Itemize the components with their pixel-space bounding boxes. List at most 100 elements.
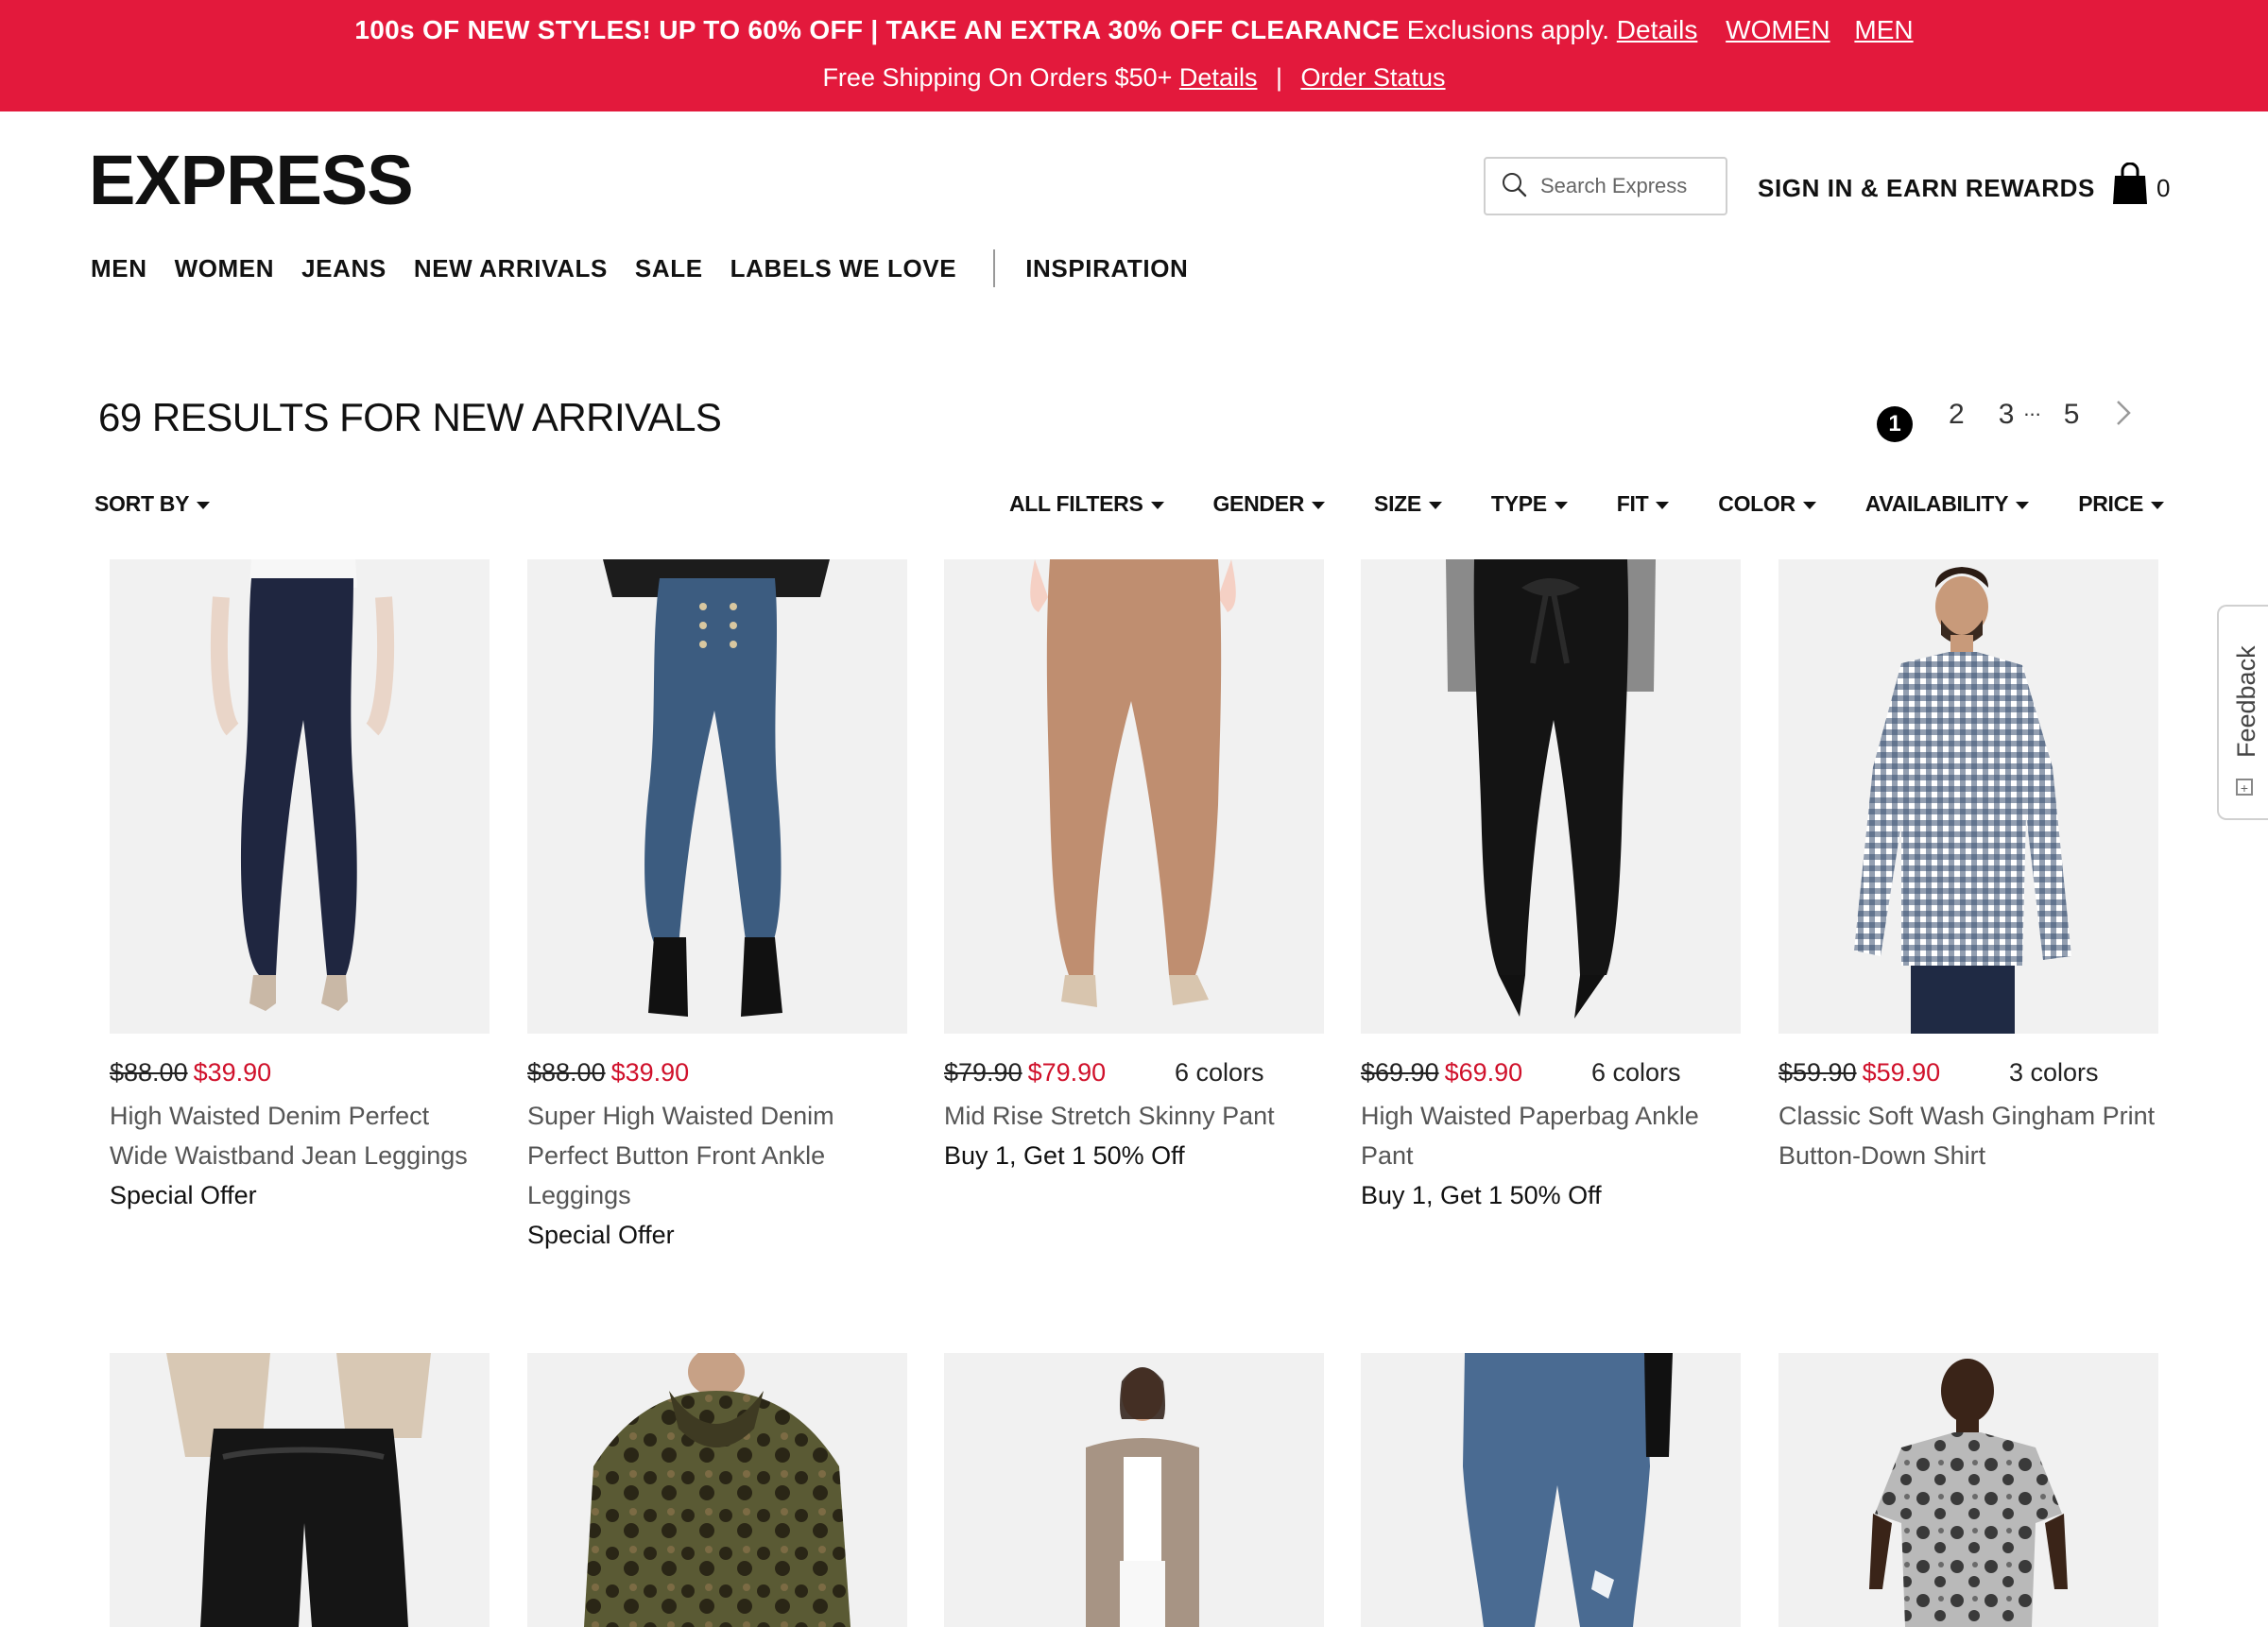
product-offer: Special Offer	[110, 1181, 257, 1209]
filter-price[interactable]: PRICE	[2078, 491, 2164, 517]
product-image[interactable]	[1778, 1353, 2158, 1627]
filter-bar: ALL FILTERS GENDER SIZE TYPE FIT COLOR A…	[1009, 491, 2164, 517]
original-price: $88.00	[527, 1058, 606, 1087]
shopping-bag-icon[interactable]	[2111, 162, 2149, 206]
filter-label: COLOR	[1718, 491, 1796, 516]
original-price: $88.00	[110, 1058, 188, 1087]
filter-size[interactable]: SIZE	[1374, 491, 1442, 517]
sign-in-link[interactable]: SIGN IN & EARN REWARDS	[1758, 174, 2095, 203]
nav-labels-we-love[interactable]: LABELS WE LOVE	[730, 254, 957, 283]
product-image[interactable]	[110, 1353, 490, 1627]
product-image[interactable]	[110, 559, 490, 1034]
page-current[interactable]: 1	[1877, 406, 1913, 442]
product-name[interactable]: High Waisted Paperbag Ankle Pant	[1361, 1096, 1741, 1175]
nav-sale[interactable]: SALE	[635, 254, 703, 283]
search-input[interactable]	[1538, 173, 1712, 199]
order-status-link[interactable]: Order Status	[1301, 63, 1446, 92]
product-image[interactable]	[527, 559, 907, 1034]
caret-down-icon	[1150, 501, 1164, 509]
caret-down-icon	[1656, 501, 1670, 509]
product-offer: Special Offer	[527, 1221, 675, 1249]
product-image[interactable]	[1778, 559, 2158, 1034]
product-card[interactable]	[527, 1353, 907, 1627]
promo-line-2: Free Shipping On Orders $50+ Details | O…	[0, 60, 2268, 94]
caret-down-icon	[1554, 501, 1568, 509]
product-name[interactable]: Mid Rise Stretch Skinny Pant	[944, 1096, 1324, 1136]
nav-jeans[interactable]: JEANS	[301, 254, 387, 283]
price-row: $79.90 $79.90 6 colors	[944, 1058, 1324, 1090]
promo-women-link[interactable]: WOMEN	[1726, 15, 1830, 44]
page-3[interactable]: 3	[1999, 399, 2015, 431]
nav-women[interactable]: WOMEN	[175, 254, 275, 283]
caret-down-icon	[1802, 501, 1816, 509]
product-card[interactable]	[1778, 1353, 2158, 1627]
shipping-details-link[interactable]: Details	[1179, 63, 1258, 92]
shipping-text: Free Shipping On Orders $50+	[822, 63, 1173, 92]
main-nav: MEN WOMEN JEANS NEW ARRIVALS SALE LABELS…	[91, 249, 1215, 287]
product-card[interactable]: $69.90 $69.90 6 colors High Waisted Paper…	[1361, 559, 1741, 1215]
sort-by-label: SORT BY	[94, 491, 190, 516]
promo-details-link[interactable]: Details	[1617, 15, 1698, 44]
feedback-plus-icon: +	[2236, 779, 2253, 796]
filter-all-filters[interactable]: ALL FILTERS	[1009, 491, 1164, 517]
filter-label: AVAILABILITY	[1864, 491, 2009, 516]
product-card[interactable]	[1361, 1353, 1741, 1627]
promo-exclusions: Exclusions apply.	[1406, 15, 1609, 44]
nav-new-arrivals[interactable]: NEW ARRIVALS	[414, 254, 608, 283]
nav-men[interactable]: MEN	[91, 254, 147, 283]
product-name[interactable]: High Waisted Denim Perfect Wide Waistban…	[110, 1096, 490, 1175]
product-card[interactable]	[944, 1353, 1324, 1627]
sort-by-dropdown[interactable]: SORT BY	[94, 491, 211, 517]
price-row: $88.00 $39.90	[110, 1058, 490, 1090]
search-box[interactable]	[1484, 157, 1727, 215]
color-count[interactable]: 3 colors	[2009, 1058, 2099, 1088]
feedback-label: Feedback	[2232, 645, 2260, 758]
caret-down-icon	[2150, 501, 2164, 509]
filter-availability[interactable]: AVAILABILITY	[1864, 491, 2030, 517]
product-card[interactable]: $88.00 $39.90 High Waisted Denim Perfect …	[110, 559, 490, 1215]
caret-down-icon	[1428, 501, 1442, 509]
nav-inspiration[interactable]: INSPIRATION	[1025, 254, 1188, 283]
product-image[interactable]	[1361, 559, 1741, 1034]
sale-price: $69.90	[1444, 1058, 1523, 1087]
product-image[interactable]	[1361, 1353, 1741, 1627]
sale-price: $39.90	[193, 1058, 272, 1087]
filter-color[interactable]: COLOR	[1718, 491, 1816, 517]
filter-label: PRICE	[2078, 491, 2143, 516]
product-card[interactable]: $88.00 $39.90 Super High Waisted Denim Pe…	[527, 559, 907, 1255]
product-image[interactable]	[944, 559, 1324, 1034]
price-row: $59.90 $59.90 3 colors	[1778, 1058, 2158, 1090]
feedback-tab[interactable]: Feedback +	[2217, 605, 2268, 820]
page-last[interactable]: 5	[2064, 399, 2080, 431]
filter-fit[interactable]: FIT	[1617, 491, 1670, 517]
filter-gender[interactable]: GENDER	[1212, 491, 1326, 517]
color-count[interactable]: 6 colors	[1175, 1058, 1264, 1088]
product-offer: Buy 1, Get 1 50% Off	[1361, 1181, 1602, 1209]
promo-men-link[interactable]: MEN	[1854, 15, 1913, 44]
product-card[interactable]: $79.90 $79.90 6 colors Mid Rise Stretch S…	[944, 559, 1324, 1175]
color-count[interactable]: 6 colors	[1591, 1058, 1681, 1088]
price-row: $69.90 $69.90 6 colors	[1361, 1058, 1741, 1090]
promo-separator: |	[1275, 63, 1282, 92]
caret-down-icon	[197, 501, 211, 509]
nav-divider	[993, 249, 996, 287]
sale-price: $79.90	[1027, 1058, 1107, 1087]
product-image[interactable]	[944, 1353, 1324, 1627]
bag-count: 0	[2156, 174, 2171, 202]
promo-banner: 100s OF NEW STYLES! UP TO 60% OFF | TAKE…	[0, 0, 2268, 111]
next-page-icon[interactable]	[2113, 398, 2134, 433]
filter-type[interactable]: TYPE	[1491, 491, 1568, 517]
page-ellipsis: ...	[2023, 397, 2041, 420]
page-2[interactable]: 2	[1949, 399, 1965, 431]
product-name[interactable]: Super High Waisted Denim Perfect Button …	[527, 1096, 907, 1215]
express-logo[interactable]: EXPRESS	[89, 142, 414, 219]
product-card[interactable]	[110, 1353, 490, 1627]
promo-line-1: 100s OF NEW STYLES! UP TO 60% OFF | TAKE…	[0, 13, 2268, 47]
sale-price: $39.90	[610, 1058, 690, 1087]
pagination: 1 2 3 ... 5	[1877, 389, 2134, 442]
product-name[interactable]: Classic Soft Wash Gingham Print Button-D…	[1778, 1096, 2158, 1175]
product-image[interactable]	[527, 1353, 907, 1627]
promo-headline: 100s OF NEW STYLES! UP TO 60% OFF | TAKE…	[354, 15, 1400, 44]
product-card[interactable]: $59.90 $59.90 3 colors Classic Soft Wash …	[1778, 559, 2158, 1175]
original-price: $59.90	[1778, 1058, 1857, 1087]
